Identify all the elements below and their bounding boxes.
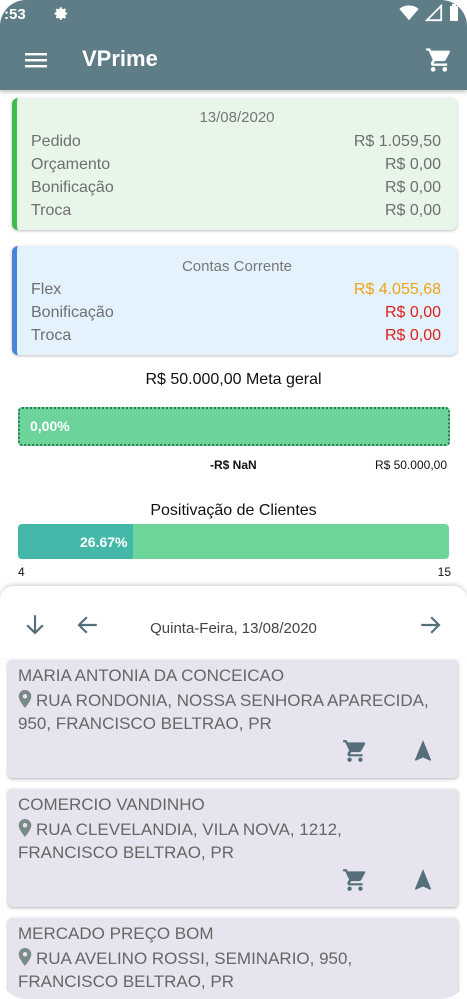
- client-actions: [342, 738, 436, 764]
- contas-title: Contas Corrente: [181, 258, 293, 275]
- next-day-arrow-icon[interactable]: [418, 612, 444, 638]
- meta-current-value: -R$ NaN: [210, 458, 257, 472]
- summary-value: R$ 0,00: [384, 202, 441, 219]
- client-address-text: RUA RONDONIA, NOSSA SENHORA APARECIDA, 9…: [18, 691, 429, 733]
- battery-icon: [450, 4, 458, 21]
- client-address-text: RUA AVELINO ROSSI, SEMINARIO, 950, FRANC…: [18, 949, 353, 991]
- positivacao-min: 4: [18, 565, 25, 579]
- contas-label: Troca: [31, 327, 72, 344]
- client-address: RUA AVELINO ROSSI, SEMINARIO, 950, FRANC…: [18, 947, 446, 993]
- add-order-cart-icon[interactable]: [342, 867, 368, 893]
- client-name: MERCADO PREÇO BOM: [18, 924, 214, 943]
- positivacao-title: Positivação de Clientes: [150, 502, 317, 519]
- add-order-cart-icon[interactable]: [342, 738, 368, 764]
- contas-label: Flex: [31, 281, 62, 298]
- client-actions: [342, 867, 436, 893]
- selected-date: Quinta-Feira, 13/08/2020: [150, 620, 317, 637]
- status-icons: [399, 4, 459, 22]
- positivacao-percent: 26.67%: [80, 534, 128, 550]
- app-bar: VPrime: [0, 30, 467, 90]
- meta-geral-title: R$ 50.000,00 Meta geral: [145, 371, 322, 388]
- summary-value: R$ 0,00: [384, 156, 441, 173]
- summary-label: Orçamento: [31, 156, 111, 173]
- location-pin-icon: [18, 948, 32, 966]
- client-address: RUA RONDONIA, NOSSA SENHORA APARECIDA, 9…: [18, 689, 446, 735]
- positivacao-progress-bar: 26.67%: [18, 524, 449, 559]
- settings-gear-icon: [54, 6, 69, 25]
- summary-row-bonificacao: Bonificação R$ 0,00: [31, 179, 441, 201]
- positivacao-max: 15: [437, 565, 451, 579]
- client-address: RUA CLEVELANDIA, VILA NOVA, 1212, FRANCI…: [18, 818, 446, 864]
- contas-value: R$ 0,00: [384, 327, 441, 344]
- meta-percent: 0,00%: [30, 418, 70, 434]
- summary-value: R$ 0,00: [384, 179, 441, 196]
- app-title: VPrime: [82, 46, 158, 71]
- client-name: MARIA ANTONIA DA CONCEICAO: [18, 666, 285, 685]
- signal-icon: [425, 4, 443, 22]
- summary-label: Bonificação: [31, 179, 114, 196]
- status-time: :53: [4, 6, 26, 23]
- client-address-text: RUA CLEVELANDIA, VILA NOVA, 1212, FRANCI…: [18, 820, 342, 862]
- meta-progress-bar: 0,00%: [18, 407, 450, 446]
- summary-label: Troca: [31, 202, 72, 219]
- contas-corrente-card: Contas Corrente Flex R$ 4.055,68 Bonific…: [12, 246, 457, 355]
- summary-row-troca: Troca R$ 0,00: [31, 202, 441, 224]
- app-frame: :53 VPrime 13/08/2020 Pedido R$ 1.059,50…: [0, 0, 467, 999]
- location-pin-icon: [18, 690, 32, 708]
- contas-label: Bonificação: [31, 304, 114, 321]
- client-card[interactable]: MARIA ANTONIA DA CONCEICAO RUA RONDONIA,…: [8, 660, 458, 778]
- client-name: COMERCIO VANDINHO: [18, 795, 205, 814]
- navigate-icon[interactable]: [410, 867, 436, 893]
- contas-row-bonificacao: Bonificação R$ 0,00: [31, 304, 441, 326]
- client-card[interactable]: MERCADO PREÇO BOM RUA AVELINO ROSSI, SEM…: [8, 918, 458, 999]
- client-list[interactable]: MARIA ANTONIA DA CONCEICAO RUA RONDONIA,…: [0, 658, 467, 999]
- contas-value: R$ 0,00: [384, 304, 441, 321]
- summary-date: 13/08/2020: [199, 109, 275, 126]
- contas-value: R$ 4.055,68: [353, 281, 441, 298]
- client-card[interactable]: COMERCIO VANDINHO RUA CLEVELANDIA, VILA …: [8, 789, 458, 907]
- daily-summary-card: 13/08/2020 Pedido R$ 1.059,50 Orçamento …: [12, 98, 457, 230]
- contas-row-flex: Flex R$ 4.055,68: [31, 281, 441, 303]
- navigate-icon[interactable]: [410, 738, 436, 764]
- summary-label: Pedido: [31, 133, 81, 150]
- wifi-icon: [399, 5, 419, 21]
- date-navigation: Quinta-Feira, 13/08/2020: [0, 586, 467, 658]
- contas-row-troca: Troca R$ 0,00: [31, 327, 441, 349]
- menu-icon[interactable]: [24, 48, 48, 72]
- meta-target-value: R$ 50.000,00: [374, 458, 447, 472]
- summary-row-orcamento: Orçamento R$ 0,00: [31, 156, 441, 178]
- location-pin-icon: [18, 819, 32, 837]
- status-bar: :53: [0, 0, 467, 30]
- summary-value: R$ 1.059,50: [353, 133, 441, 150]
- shopping-cart-icon[interactable]: [425, 46, 453, 74]
- summary-row-pedido: Pedido R$ 1.059,50: [31, 133, 441, 155]
